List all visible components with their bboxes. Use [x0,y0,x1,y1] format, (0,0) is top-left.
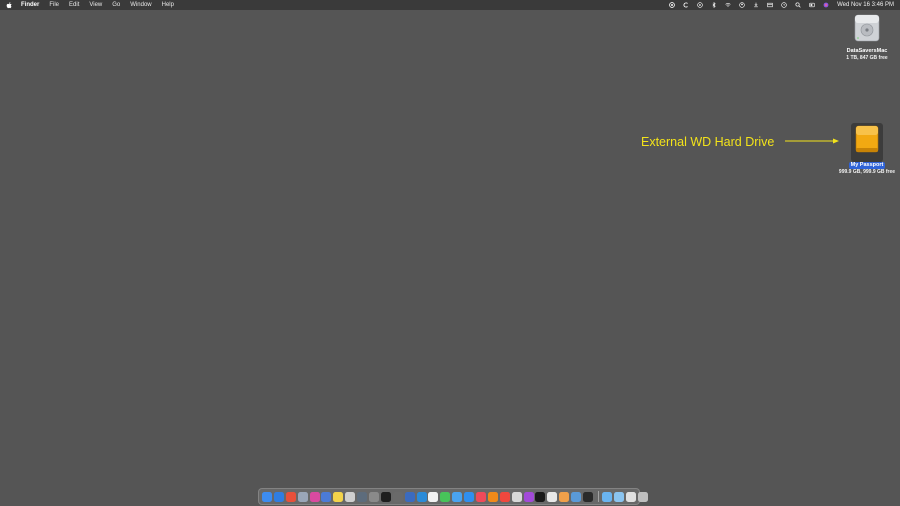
app-icon-26[interactable] [571,491,582,502]
terminal-icon[interactable] [380,491,391,502]
trash-icon[interactable] [637,491,648,502]
wifi-icon[interactable] [725,2,731,8]
photos-preview-icon[interactable] [297,491,308,502]
mail-icon[interactable] [452,491,463,502]
airdrop-icon[interactable] [767,2,773,8]
news-icon[interactable] [499,491,510,502]
menu-bar-status: Wed Nov 16 3:46 PM [661,0,894,10]
battery-icon[interactable] [753,2,759,8]
menu-edit[interactable]: Edit [69,0,79,10]
finder-icon[interactable] [262,491,272,502]
app-icon-4[interactable] [309,491,320,502]
documents-folder-icon[interactable] [613,491,624,502]
menu-file[interactable]: File [49,0,59,10]
user-icon[interactable] [739,2,745,8]
document-icon[interactable] [547,491,558,502]
app-icon-9[interactable] [369,491,380,502]
refresh-c-icon[interactable] [683,2,689,8]
tv-icon[interactable] [535,491,546,502]
play-circle-icon[interactable] [697,2,703,8]
desktop-item-name: DataSaversMac [846,48,888,54]
annotation-label: External WD Hard Drive [641,135,775,149]
folder-icon[interactable] [625,491,636,502]
menu-window[interactable]: Window [130,0,151,10]
dock [258,488,648,505]
menu-view[interactable]: View [89,0,102,10]
desktop-item-name: My Passport [848,162,886,169]
menu-go[interactable]: Go [112,0,120,10]
apple-logo-icon[interactable] [6,1,12,9]
downloads-folder-icon[interactable] [601,491,612,502]
spotlight-search-icon[interactable] [795,2,801,8]
menu-help[interactable]: Help [162,0,174,10]
menu-bar: Finder File Edit View Go Window Help Wed… [0,0,900,10]
podcasts-icon[interactable] [523,491,534,502]
desktop-item-datasaversmac[interactable]: DataSaversMac 1 TB, 847 GB free [838,13,896,61]
desktop-item-my-passport[interactable]: My Passport 999.9 GB, 999.9 GB free [836,123,898,175]
calendar-icon[interactable] [428,491,439,502]
screen-record-icon[interactable] [669,2,675,8]
menu-bar-clock[interactable]: Wed Nov 16 3:46 PM [837,0,894,10]
app-icon-7[interactable] [345,491,356,502]
menu-bar-left: Finder File Edit View Go Window Help [0,0,184,10]
desktop-item-info: 1 TB, 847 GB free [846,55,888,61]
control-center-icon[interactable] [809,2,815,8]
clock-icon[interactable] [781,2,787,8]
app-icon-12[interactable] [404,491,415,502]
app-icon-27[interactable] [583,491,594,502]
chrome-icon[interactable] [285,491,296,502]
app-icon-21[interactable] [511,491,522,502]
music-icon[interactable] [476,491,487,502]
internal-drive-icon [854,13,880,48]
external-drive-icon [851,123,883,162]
annotation-arrow [785,138,839,144]
app-icon-11[interactable] [392,491,403,502]
bluetooth-icon[interactable] [711,2,717,8]
app-icon-8[interactable] [357,491,368,502]
menu-app-finder[interactable]: Finder [21,0,39,10]
messages-icon[interactable] [440,491,451,502]
vlc-icon[interactable] [487,491,498,502]
dock-separator [597,491,599,502]
app-icon-13[interactable] [416,491,427,502]
app-icon-5[interactable] [321,491,332,502]
photos-icon[interactable] [559,491,570,502]
siri-icon[interactable] [823,2,829,8]
notes-icon[interactable] [333,491,344,502]
safari-icon[interactable] [273,491,284,502]
app-store-icon[interactable] [464,491,475,502]
desktop-item-info: 999.9 GB, 999.9 GB free [838,169,896,175]
